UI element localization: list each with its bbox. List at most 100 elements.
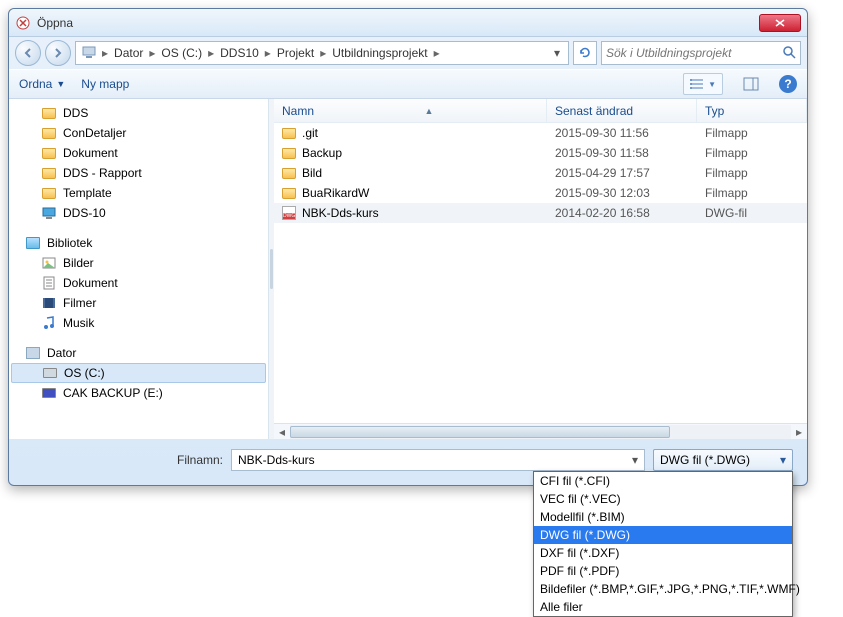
library-icon [25,236,41,250]
open-dialog: Öppna ▸ Dator ▸ OS (C:) ▸ DDS10 ▸ Projek… [8,8,808,486]
sidebar-item[interactable]: Bilder [11,253,266,273]
monitor-icon [41,206,57,220]
chevron-right-icon[interactable]: ▸ [206,46,216,60]
horizontal-scrollbar[interactable]: ◂ ▸ [274,423,807,439]
file-rows[interactable]: .git2015-09-30 11:56Filmapp Backup 2015-09… [274,123,807,423]
sidebar-item-label: CAK BACKUP (E:) [63,386,163,400]
col-date[interactable]: Senast ändrad [547,99,697,122]
navigation-tree[interactable]: DDS ConDetaljer Dokument DDS - Rapport Templ… [9,99,269,439]
filename-combobox[interactable]: ▾ [231,449,645,471]
back-button[interactable] [15,40,41,66]
sidebar-item[interactable]: Dokument [11,143,266,163]
sidebar-item[interactable]: DDS-10 [11,203,266,223]
breadcrumb-seg[interactable]: Projekt [273,46,318,60]
breadcrumb-seg[interactable]: DDS10 [216,46,263,60]
sidebar-item-label: Bibliotek [47,236,92,250]
sidebar-item-label: Bilder [63,256,94,270]
scroll-left-icon[interactable]: ◂ [274,425,290,439]
sidebar-item[interactable]: ConDetaljer [11,123,266,143]
folder-icon [282,188,296,199]
sidebar-item-label: DDS [63,106,88,120]
sidebar-group[interactable]: Dator [11,343,266,363]
file-row[interactable]: .git2015-09-30 11:56Filmapp [274,123,807,143]
filter-option[interactable]: Bildefiler (*.BMP,*.GIF,*.JPG,*.PNG,*.TI… [534,580,792,598]
filter-option[interactable]: Modellfil (*.BIM) [534,508,792,526]
sidebar-item[interactable]: Filmer [11,293,266,313]
film-icon [41,296,57,310]
sidebar-item[interactable]: Musik [11,313,266,333]
chevron-down-icon: ▼ [708,80,716,89]
sidebar-item[interactable]: Dokument [11,273,266,293]
scroll-thumb[interactable] [290,426,670,438]
scroll-track[interactable] [290,425,791,439]
chevron-right-icon[interactable]: ▸ [263,46,273,60]
file-name: Backup [302,146,342,160]
filter-option[interactable]: CFI fil (*.CFI) [534,472,792,490]
sidebar-item[interactable]: Template [11,183,266,203]
breadcrumb-seg[interactable]: Dator [110,46,147,60]
filter-option[interactable]: DWG fil (*.DWG) [534,526,792,544]
organize-button[interactable]: Ordna ▼ [19,77,65,91]
close-button[interactable] [759,14,801,32]
file-date: 2015-09-30 12:03 [547,186,697,200]
window-title: Öppna [37,16,759,30]
pictures-icon [41,256,57,270]
file-type: Filmapp [697,126,807,140]
new-folder-button[interactable]: Ny mapp [81,77,129,91]
search-icon[interactable] [782,45,796,62]
col-type[interactable]: Typ [697,99,807,122]
file-row[interactable]: Bild2015-04-29 17:57Filmapp [274,163,807,183]
file-type-dropdown[interactable]: CFI fil (*.CFI)VEC fil (*.VEC)Modellfil … [533,471,793,617]
breadcrumb-seg[interactable]: Utbildningsprojekt [328,46,431,60]
close-icon [775,19,785,27]
file-row[interactable]: Backup2015-09-30 11:58Filmapp [274,143,807,163]
chevron-right-icon[interactable]: ▸ [318,46,328,60]
sidebar-item[interactable]: OS (C:) [11,363,266,383]
view-mode-button[interactable]: ▼ [683,73,723,95]
sidebar-item[interactable]: CAK BACKUP (E:) [11,383,266,403]
preview-pane-icon [743,77,759,91]
chevron-right-icon[interactable]: ▸ [100,46,110,60]
sidebar-item-label: OS (C:) [64,366,105,380]
chevron-right-icon[interactable]: ▸ [432,46,442,60]
filter-option[interactable]: DXF fil (*.DXF) [534,544,792,562]
chevron-right-icon[interactable]: ▸ [147,46,157,60]
filter-option[interactable]: PDF fil (*.PDF) [534,562,792,580]
file-date: 2015-04-29 17:57 [547,166,697,180]
search-input[interactable] [606,46,782,60]
file-row[interactable]: BuaRikardW2015-09-30 12:03Filmapp [274,183,807,203]
forward-button[interactable] [45,40,71,66]
view-details-icon [690,78,704,90]
preview-pane-button[interactable] [739,73,763,95]
filter-option[interactable]: VEC fil (*.VEC) [534,490,792,508]
sidebar-item[interactable]: DDS [11,103,266,123]
sidebar-item-label: DDS - Rapport [63,166,142,180]
breadcrumb-dropdown[interactable]: ▾ [548,46,566,60]
sidebar-item-label: DDS-10 [63,206,106,220]
sidebar-item[interactable]: DDS - Rapport [11,163,266,183]
computer-icon [25,346,41,360]
filename-input[interactable] [238,453,632,467]
document-icon [41,276,57,290]
folder-icon [41,186,57,200]
chevron-down-icon: ▼ [56,79,65,89]
filter-option[interactable]: Alle filer [534,598,792,616]
file-type-filter[interactable]: DWG fil (*.DWG) ▾ [653,449,793,471]
col-name[interactable]: Namn ▲ [274,99,547,122]
sidebar-item-label: ConDetaljer [63,126,126,140]
arrow-right-icon [53,48,63,58]
breadcrumb-seg[interactable]: OS (C:) [157,46,206,60]
breadcrumb[interactable]: ▸ Dator ▸ OS (C:) ▸ DDS10 ▸ Projekt ▸ Ut… [75,41,569,65]
chevron-down-icon[interactable]: ▾ [632,453,638,467]
sidebar-item-label: Filmer [63,296,96,310]
navigation-bar: ▸ Dator ▸ OS (C:) ▸ DDS10 ▸ Projekt ▸ Ut… [9,37,807,69]
file-date: 2015-09-30 11:58 [547,146,697,160]
folder-icon [282,128,296,139]
file-date: 2015-09-30 11:56 [547,126,697,140]
sidebar-group[interactable]: Bibliotek [11,233,266,253]
file-row[interactable]: NBK-Dds-kurs2014-02-20 16:58DWG-fil [274,203,807,223]
refresh-button[interactable] [573,41,597,65]
help-button[interactable]: ? [779,75,797,93]
search-box[interactable] [601,41,801,65]
scroll-right-icon[interactable]: ▸ [791,425,807,439]
